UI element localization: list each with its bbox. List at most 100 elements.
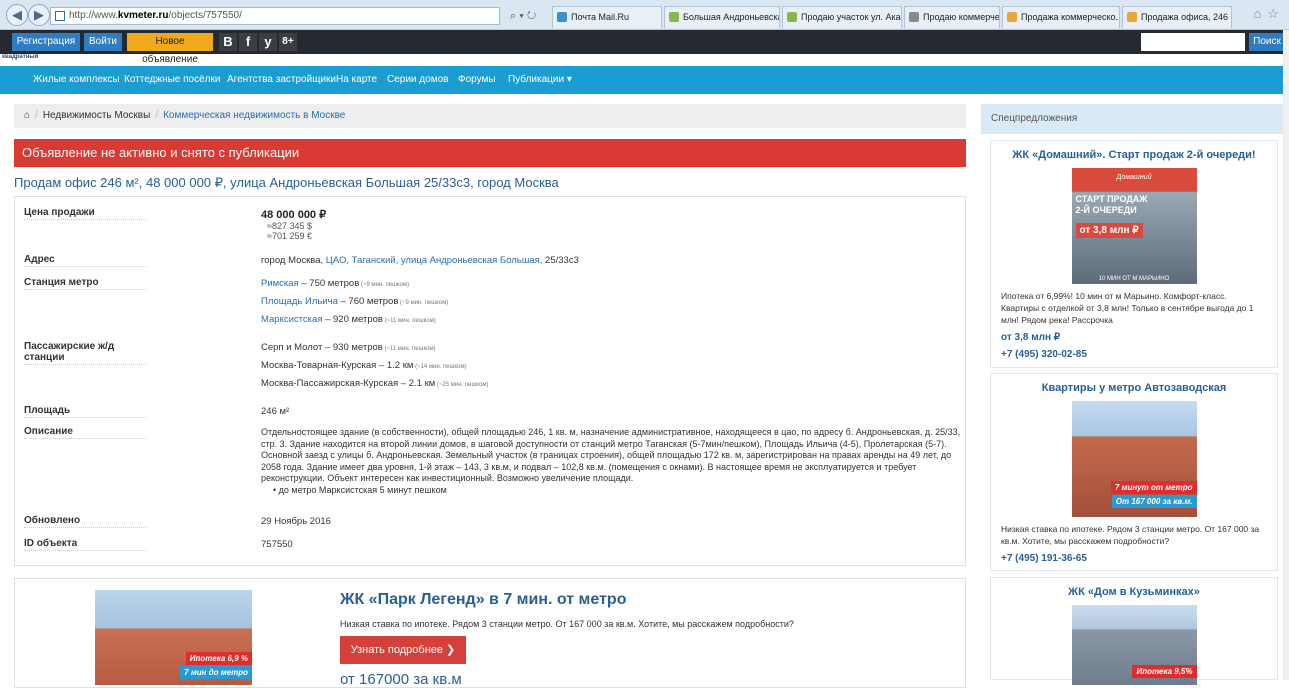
forward-icon[interactable]: ▶ <box>28 4 50 26</box>
rail-walk: (~14 мин. пешком) <box>413 364 467 370</box>
star-icon[interactable]: ☆ <box>1267 6 1285 21</box>
metro-link[interactable]: Марксистская <box>261 314 322 325</box>
metro-link[interactable]: Площадь Ильича <box>261 296 338 307</box>
googleplus-icon[interactable]: 8+ <box>279 33 297 51</box>
offer-card[interactable]: ЖК «Дом в Кузьминках» Ипотека 9,5% <box>990 577 1278 685</box>
tab-favicon-icon <box>669 12 679 22</box>
rail-item: Москва-Товарная-Курская – 1.2 км (~14 ми… <box>261 360 467 371</box>
nav-publications[interactable]: Публикации ▾ <box>508 66 572 94</box>
nav-house-series[interactable]: Серии домов <box>387 66 448 94</box>
offer-title[interactable]: ЖК «Дом в Кузьминках» <box>991 586 1277 598</box>
back-icon[interactable]: ◀ <box>6 4 28 26</box>
rail-item: Серп и Молот – 930 метров (~11 мин. пешк… <box>261 342 436 353</box>
metro-item: Римская – 750 метров (~9 мин. пешком) <box>261 278 409 289</box>
listing-details: Цена продажи 48 000 000 ₽ ≈827 345 $ ≈70… <box>14 196 966 566</box>
nav-cottages[interactable]: Коттеджные посёлки <box>124 66 220 94</box>
inactive-alert: Объявление не активно и снято с публикац… <box>14 139 966 167</box>
rail-distance: – 1.2 км <box>376 360 414 371</box>
promo-heading[interactable]: ЖК «Парк Легенд» в 7 мин. от метро <box>340 591 626 609</box>
offer-image[interactable]: 7 минут от метро От 167 000 за кв.м. <box>1071 401 1197 517</box>
site-logo[interactable]: квадратный <box>2 54 38 60</box>
nav-map[interactable]: На карте <box>336 66 377 94</box>
nav-agencies[interactable]: Агентства застройщики <box>227 66 336 94</box>
offer-tag-mortgage: Ипотека 9,5% <box>1132 665 1197 678</box>
tab-favicon-icon <box>1007 12 1017 22</box>
refresh-icon[interactable]: ↻ <box>527 10 536 22</box>
offer-image[interactable]: Домашний СТАРТ ПРОДАЖ 2-Й ОЧЕРЕДИ от 3,8… <box>1071 168 1197 284</box>
rail-label: Пассажирские ж/д станции <box>24 341 146 365</box>
promo-block: Ипотека 6,9 % 7 мин до метро ЖК «Парк Ле… <box>14 578 966 688</box>
nav-residential[interactable]: Жилые комплексы <box>33 66 120 94</box>
address-domain: kvmeter.ru <box>117 10 169 21</box>
login-button[interactable]: Войти <box>84 33 122 51</box>
offer-title[interactable]: Квартиры у метро Автозаводская <box>991 382 1277 394</box>
home-icon[interactable]: ⌂ <box>24 110 30 121</box>
facebook-icon[interactable]: f <box>239 33 257 51</box>
updated-value: 29 Ноябрь 2016 <box>261 516 331 527</box>
rail-name: Москва-Пассажирская-Курская <box>261 378 399 389</box>
browser-tab[interactable]: Большая Андроньевска... <box>664 6 780 28</box>
offer-card[interactable]: Квартиры у метро Автозаводская 7 минут о… <box>990 373 1278 571</box>
home-icon[interactable]: ⌂ <box>1253 6 1267 21</box>
tab-favicon-icon <box>909 12 919 22</box>
metro-item: Площадь Ильича – 760 метров (~9 мин. пеш… <box>261 296 448 307</box>
site-search-input[interactable] <box>1141 33 1245 51</box>
tab-favicon-icon <box>1127 12 1137 22</box>
id-value: 757550 <box>261 539 293 550</box>
browser-tab[interactable]: Продажа офиса, 246 м²... <box>1122 6 1232 28</box>
twitter-icon[interactable]: y <box>259 33 277 51</box>
search-button[interactable]: Поиск <box>1249 33 1285 51</box>
tab-label: Почта Mail.Ru <box>571 12 629 22</box>
offer-title[interactable]: ЖК «Домашний». Старт продаж 2-й очереди! <box>991 149 1277 161</box>
address-path: /objects/757550/ <box>168 10 242 21</box>
offer-phone[interactable]: +7 (495) 191-36-65 <box>991 553 1277 564</box>
tab-label: Продаю коммерческую... <box>923 12 1000 22</box>
page-scrollbar[interactable] <box>1283 30 1289 680</box>
address-suffix: 25/33с3 <box>545 255 579 266</box>
site-topbar: Регистрация Войти Новое объявление B f y… <box>0 30 1289 65</box>
address-controls[interactable]: ⌕ ▾ ↻ <box>510 7 546 25</box>
tab-favicon-icon <box>787 12 797 22</box>
description-body: Отдельностоящее здание (в собственности)… <box>261 427 961 483</box>
offer-phone[interactable]: +7 (495) 320-02-85 <box>991 349 1277 360</box>
address-prefix: город Москва, <box>261 255 324 266</box>
tab-label: Продажа офиса, 246 м²... <box>1141 12 1231 22</box>
breadcrumb-moscow[interactable]: Недвижимость Москвы <box>43 110 150 121</box>
site-favicon-icon <box>55 11 65 21</box>
browser-icons: ⌂☆ <box>1253 6 1285 22</box>
vk-icon[interactable]: B <box>219 33 237 51</box>
new-ad-button[interactable]: Новое объявление <box>127 33 213 65</box>
address-value: город Москва, ЦАО, Таганский, улица Андр… <box>261 255 579 266</box>
nav-forums[interactable]: Форумы <box>458 66 496 94</box>
address-prefix: http://www. <box>69 10 118 21</box>
breadcrumb: ⌂ / Недвижимость Москвы / Коммерческая недви… <box>14 104 966 128</box>
metro-walk: (~9 мин. пешком) <box>359 282 410 288</box>
address-bar[interactable]: http://www.kvmeter.ru/objects/757550/ <box>50 7 500 25</box>
register-button[interactable]: Регистрация <box>12 33 80 51</box>
promo-details-button[interactable]: Узнать подробнее ❯ <box>340 636 466 664</box>
area-label: Площадь <box>24 405 146 418</box>
breadcrumb-commercial[interactable]: Коммерческая недвижимость в Москве <box>163 110 345 121</box>
browser-tab[interactable]: Продаю коммерческую... <box>904 6 1000 28</box>
rail-walk: (~25 мин. пешком) <box>435 382 489 388</box>
metro-item: Марксистская – 920 метров (~11 мин. пешк… <box>261 314 436 325</box>
browser-tab[interactable]: Продаю участок ул. Ака... <box>782 6 902 28</box>
offer-image[interactable]: Ипотека 9,5% <box>1071 605 1197 685</box>
offer-card[interactable]: ЖК «Домашний». Старт продаж 2-й очереди!… <box>990 140 1278 368</box>
tab-favicon-icon <box>557 12 567 22</box>
promo-text: Низкая ставка по ипотеке. Рядом 3 станци… <box>340 619 794 629</box>
rail-distance: – 2.1 км <box>398 378 436 389</box>
area-value: 246 м² <box>261 406 290 417</box>
offer-img-bottom: 10 МИН ОТ М МАРЬИНО <box>1098 276 1170 282</box>
description-label: Описание <box>24 426 146 439</box>
metro-link[interactable]: Римская <box>261 278 299 289</box>
promo-image[interactable]: Ипотека 6,9 % 7 мин до метро <box>95 590 252 685</box>
browser-tab[interactable]: Почта Mail.Ru <box>552 6 662 28</box>
search-icon[interactable]: ⌕ <box>510 10 516 22</box>
address-link[interactable]: ЦАО, Таганский, улица Андроньевская Боль… <box>326 255 543 266</box>
offer-text: Ипотека от 6,99%! 10 мин от м Марьино. К… <box>1001 291 1254 325</box>
price-eur: ≈701 259 € <box>267 231 312 241</box>
metro-distance: – 750 метров <box>298 278 360 289</box>
metro-distance: – 760 метров <box>337 296 399 307</box>
browser-tab[interactable]: Продажа коммерческо... <box>1002 6 1120 28</box>
